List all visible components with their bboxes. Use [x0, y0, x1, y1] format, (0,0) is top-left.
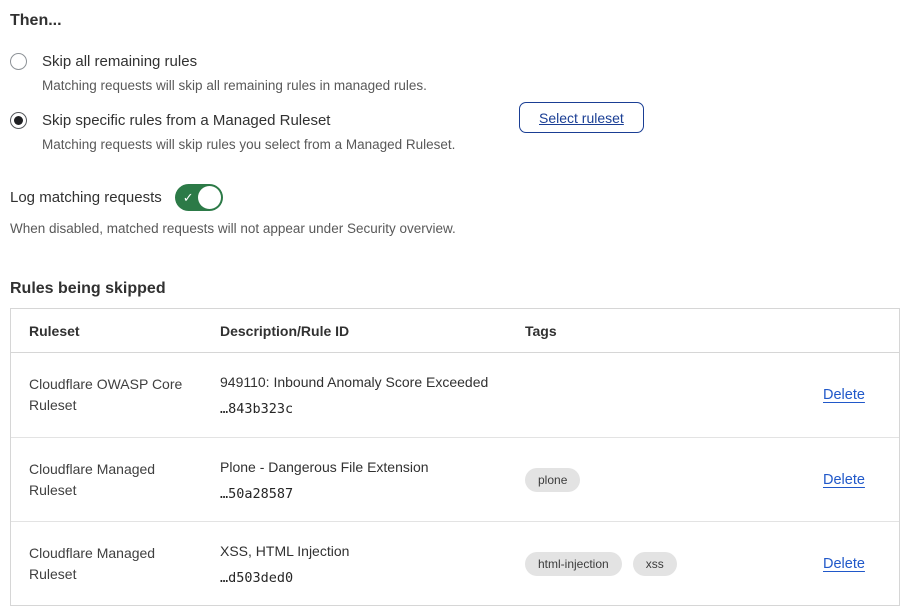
- rule-id: …d503ded0: [220, 570, 495, 586]
- radio-skip-specific[interactable]: [10, 112, 27, 129]
- check-icon: ✓: [183, 191, 194, 204]
- tags-cell: html-injection xss: [507, 552, 805, 576]
- tags-cell: plone: [507, 468, 805, 492]
- table-row: Cloudflare Managed Ruleset XSS, HTML Inj…: [11, 521, 899, 605]
- log-matching-row: Log matching requests ✓: [10, 184, 900, 211]
- ruleset-name: Cloudflare Managed Ruleset: [11, 459, 202, 501]
- toggle-knob: [198, 186, 221, 209]
- rule-description: Plone - Dangerous File Extension: [220, 458, 495, 476]
- delete-link[interactable]: Delete: [823, 387, 865, 403]
- ruleset-name: Cloudflare OWASP Core Ruleset: [11, 374, 202, 416]
- tag-pill: xss: [633, 552, 677, 576]
- column-header-ruleset: Ruleset: [11, 323, 202, 339]
- log-matching-toggle[interactable]: ✓: [175, 184, 223, 211]
- table-row: Cloudflare Managed Ruleset Plone - Dange…: [11, 437, 899, 521]
- rule-id: …843b323c: [220, 401, 495, 417]
- rules-table-heading: Rules being skipped: [10, 280, 900, 298]
- option-skip-all-description: Matching requests will skip all remainin…: [42, 77, 427, 95]
- rule-id: …50a28587: [220, 486, 495, 502]
- rule-description: 949110: Inbound Anomaly Score Exceeded: [220, 373, 495, 391]
- option-skip-specific-label[interactable]: Skip specific rules from a Managed Rules…: [42, 110, 455, 131]
- option-skip-specific-description: Matching requests will skip rules you se…: [42, 136, 455, 154]
- column-header-description: Description/Rule ID: [202, 323, 507, 339]
- table-header-row: Ruleset Description/Rule ID Tags: [11, 309, 899, 353]
- ruleset-name: Cloudflare Managed Ruleset: [11, 543, 202, 585]
- skip-options-group: Skip all remaining rules Matching reques…: [10, 51, 900, 154]
- table-row: Cloudflare OWASP Core Ruleset 949110: In…: [11, 353, 899, 437]
- log-matching-description: When disabled, matched requests will not…: [10, 221, 900, 236]
- rules-table: Ruleset Description/Rule ID Tags Cloudfl…: [10, 308, 900, 606]
- then-heading: Then...: [10, 12, 900, 30]
- option-skip-specific[interactable]: Skip specific rules from a Managed Rules…: [10, 110, 900, 154]
- waf-rule-form: Then... Skip all remaining rules Matchin…: [10, 12, 900, 606]
- rule-description: XSS, HTML Injection: [220, 542, 495, 560]
- tag-pill: plone: [525, 468, 580, 492]
- log-matching-label: Log matching requests: [10, 189, 162, 206]
- column-header-tags: Tags: [507, 323, 805, 339]
- radio-skip-all[interactable]: [10, 53, 27, 70]
- select-ruleset-button[interactable]: Select ruleset: [519, 102, 644, 133]
- option-skip-all-label[interactable]: Skip all remaining rules: [42, 51, 427, 72]
- delete-link[interactable]: Delete: [823, 556, 865, 572]
- option-skip-all[interactable]: Skip all remaining rules Matching reques…: [10, 51, 900, 95]
- tag-pill: html-injection: [525, 552, 622, 576]
- delete-link[interactable]: Delete: [823, 472, 865, 488]
